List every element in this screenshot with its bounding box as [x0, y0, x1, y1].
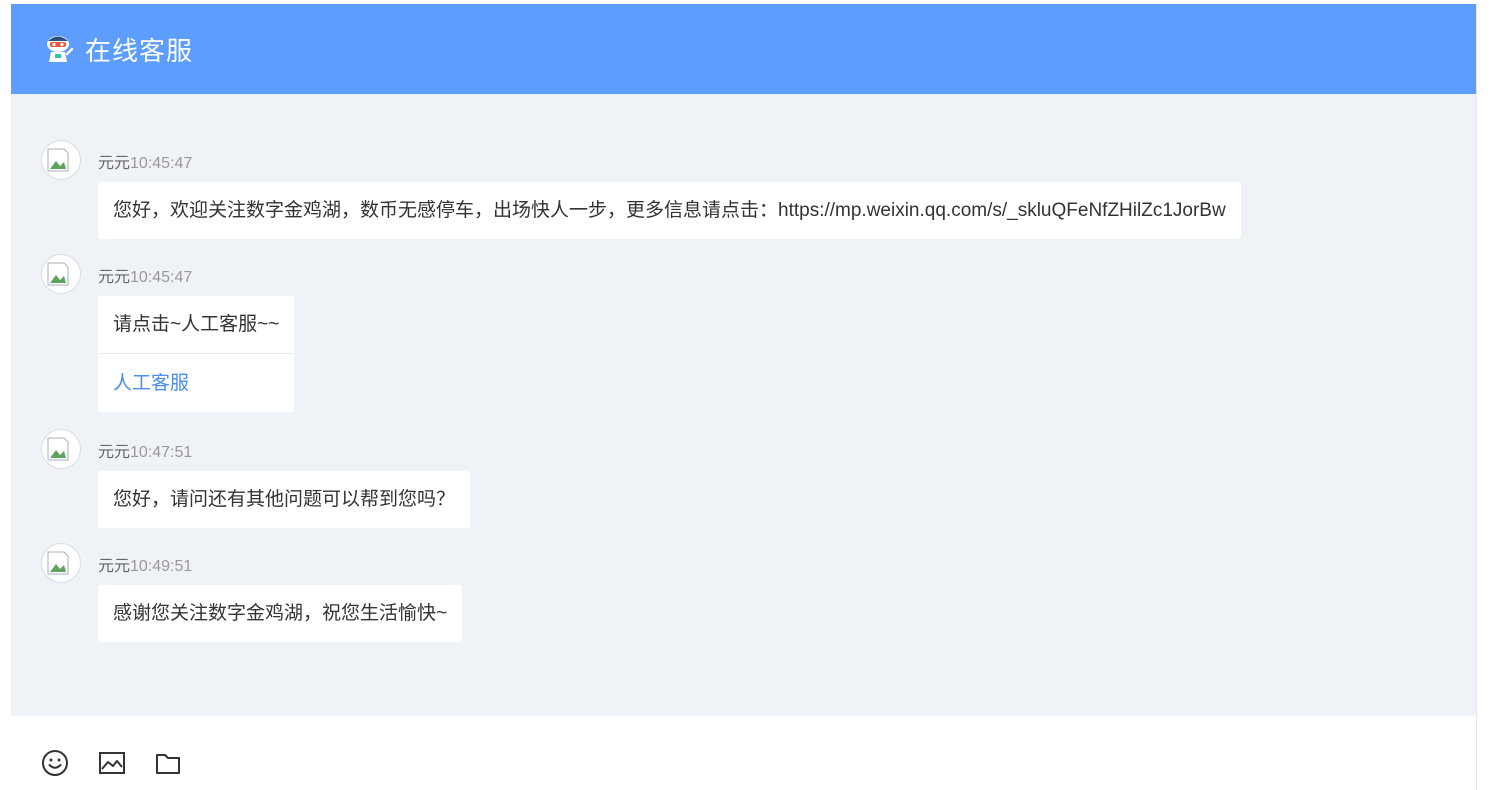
avatar	[41, 140, 81, 180]
sender-name: 元元	[98, 444, 131, 461]
broken-image-icon	[47, 551, 69, 575]
message-bubble: 请点击~人工客服~~ 人工客服	[98, 296, 295, 412]
input-toolbar	[11, 716, 1476, 790]
broken-image-icon	[47, 148, 69, 172]
message-bubble: 您好，请问还有其他问题可以帮到您吗？	[98, 471, 471, 528]
image-icon	[99, 752, 125, 774]
message-bubble: 感谢您关注数字金鸡湖，祝您生活愉快~	[98, 585, 463, 642]
broken-image-icon	[47, 437, 69, 461]
message-text: 您好，请问还有其他问题可以帮到您吗？	[113, 489, 456, 510]
message-list[interactable]: 元元10:45:47 您好，欢迎关注数字金鸡湖，数币无感停车，出场快人一步，更多…	[11, 94, 1476, 716]
message-meta: 元元10:47:51	[98, 438, 192, 462]
emoji-button[interactable]	[40, 748, 70, 778]
avatar	[41, 543, 81, 583]
sender-name: 元元	[98, 155, 131, 172]
page-title: 在线客服	[85, 35, 194, 66]
broken-image-icon	[47, 262, 69, 286]
avatar	[41, 254, 81, 294]
folder-icon	[156, 754, 180, 774]
emoji-icon	[42, 750, 68, 776]
sender-name: 元元	[98, 269, 131, 286]
message-text: 您好，欢迎关注数字金鸡湖，数币无感停车，出场快人一步，更多信息请点击：https…	[113, 200, 1226, 221]
file-button[interactable]	[153, 748, 183, 778]
message-time: 10:45:47	[130, 155, 193, 172]
robot-mascot-icon	[47, 36, 74, 62]
message-time: 10:45:47	[130, 269, 193, 286]
sender-name: 元元	[98, 558, 131, 575]
message-time: 10:49:51	[130, 558, 193, 575]
message-text: 请点击~人工客服~~	[113, 314, 280, 335]
human-service-link[interactable]: 人工客服	[98, 354, 294, 412]
message-meta: 元元10:45:47	[98, 263, 192, 287]
message-time: 10:47:51	[130, 444, 193, 461]
message-bubble: 您好，欢迎关注数字金鸡湖，数币无感停车，出场快人一步，更多信息请点击：https…	[98, 182, 1241, 239]
chat-window: 在线客服 元元10:45:47 您好，欢迎关注数字金鸡湖，数币无感停车，出场快人…	[11, 4, 1477, 790]
message-meta: 元元10:49:51	[98, 552, 192, 576]
image-button[interactable]	[97, 748, 127, 778]
message-text: 感谢您关注数字金鸡湖，祝您生活愉快~	[113, 603, 448, 624]
avatar	[41, 429, 81, 469]
message-meta: 元元10:45:47	[98, 149, 192, 173]
chat-header: 在线客服	[11, 4, 1476, 94]
